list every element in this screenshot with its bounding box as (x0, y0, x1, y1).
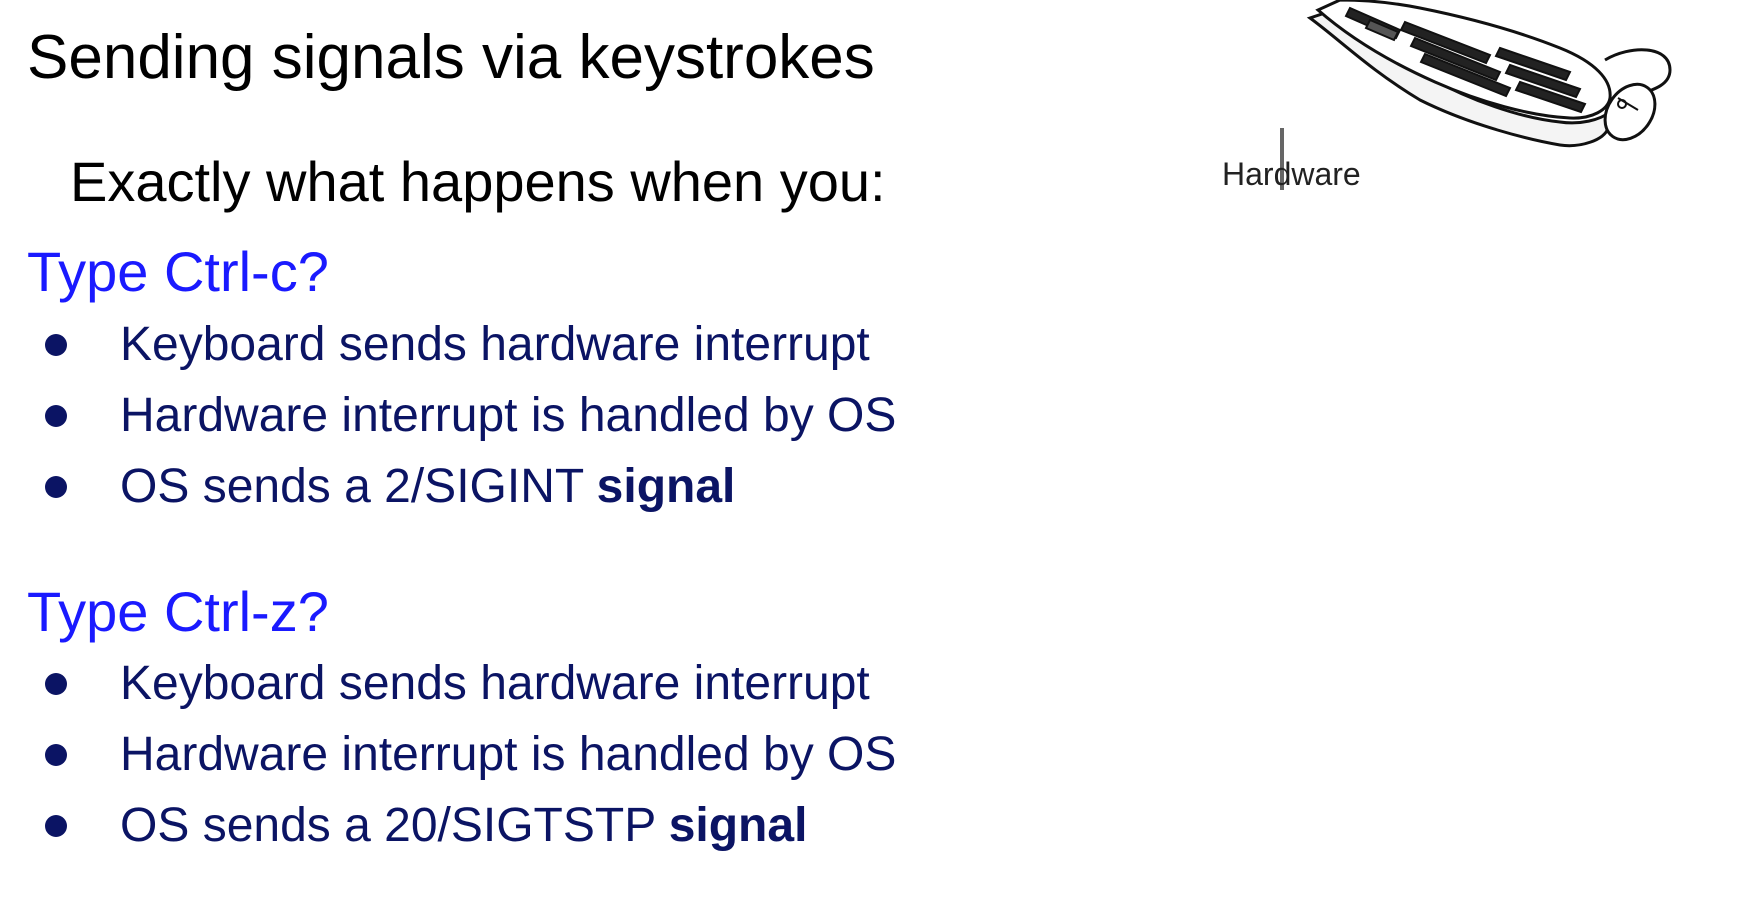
bullet-text: Keyboard sends hardware interrupt (120, 657, 870, 710)
slide-subtitle: Exactly what happens when you: (70, 150, 886, 213)
bullet-dot (45, 815, 67, 837)
bullet-text: OS sends a 20/SIGTSTP signal (120, 799, 808, 852)
bullet-text: Hardware interrupt is handled by OS (120, 728, 897, 781)
bullet-dot (45, 673, 67, 695)
bullet-text: Hardware interrupt is handled by OS (120, 389, 897, 442)
bullet-text: OS sends a 2/SIGINT signal (120, 460, 736, 513)
section-heading-ctrl-z: Type Ctrl-z? (27, 580, 329, 643)
bullet-dot (45, 334, 67, 356)
bullet-text: Keyboard sends hardware interrupt (120, 318, 870, 371)
section-heading-ctrl-c: Type Ctrl-c? (27, 240, 329, 303)
bullet-dot (45, 476, 67, 498)
slide-title: Sending signals via keystrokes (27, 23, 875, 92)
illustration-label: Hardware (1222, 156, 1361, 192)
bullet-dot (45, 405, 67, 427)
bullet-dot (45, 744, 67, 766)
